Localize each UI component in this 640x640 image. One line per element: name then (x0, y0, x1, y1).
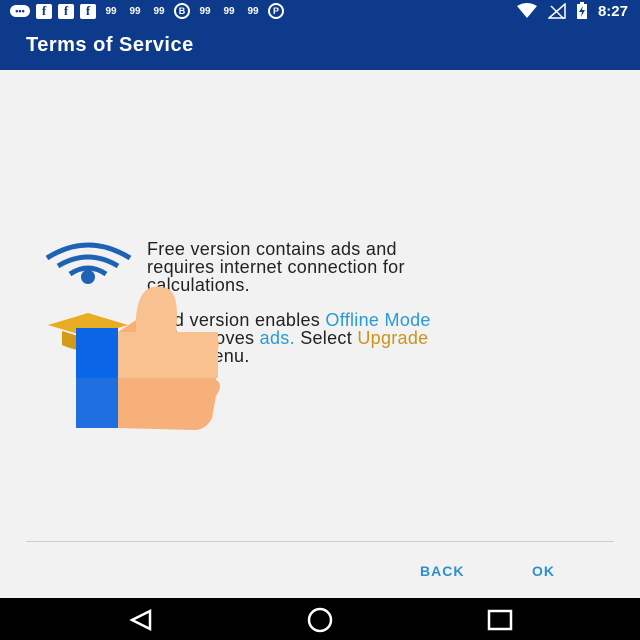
home-circle-icon[interactable] (306, 607, 334, 633)
divider (26, 541, 614, 542)
pinterest-icon: P (268, 3, 284, 19)
ads-highlight: ads. (259, 328, 295, 348)
free-line: Free version contains ads and (147, 239, 397, 259)
back-button[interactable]: BACK (420, 563, 464, 579)
paid-text: Select (294, 328, 358, 348)
app-bar: Terms of Service (0, 22, 640, 70)
notification-icons: ••• f f f 99 99 99 B 99 99 99 P (10, 3, 284, 19)
facebook-icon: f (58, 3, 74, 19)
status-bar: ••• f f f 99 99 99 B 99 99 99 P 8:27 (0, 0, 640, 22)
page-title: Terms of Service (26, 34, 194, 56)
navigation-bar (0, 598, 640, 640)
upgrade-highlight: Upgrade (357, 328, 429, 348)
message-icon: ••• (10, 5, 30, 17)
clock: 8:27 (597, 2, 628, 20)
chat-bubble-icon: 99 (129, 5, 141, 17)
b-circle-icon: B (174, 3, 190, 19)
chat-bubble-icon: 99 (223, 5, 235, 17)
ok-button[interactable]: OK (532, 563, 555, 579)
facebook-icon: f (80, 3, 96, 19)
chat-bubble-icon: 99 (199, 5, 211, 17)
free-line: requires internet connection for (147, 257, 405, 277)
system-icons: 8:27 (516, 2, 628, 20)
facebook-icon: f (36, 3, 52, 19)
recents-square-icon[interactable] (487, 609, 513, 631)
wifi-icon (516, 3, 537, 18)
chat-bubble-icon: 99 (247, 5, 259, 17)
battery-charging-icon (576, 2, 587, 19)
chat-bubble-icon: 99 (153, 5, 165, 17)
back-triangle-icon[interactable] (128, 608, 154, 632)
no-signal-icon (547, 3, 566, 19)
thumbs-up-icon (76, 286, 220, 430)
offline-mode-highlight: Offline Mode (325, 310, 431, 330)
chat-bubble-icon: 99 (105, 5, 117, 17)
